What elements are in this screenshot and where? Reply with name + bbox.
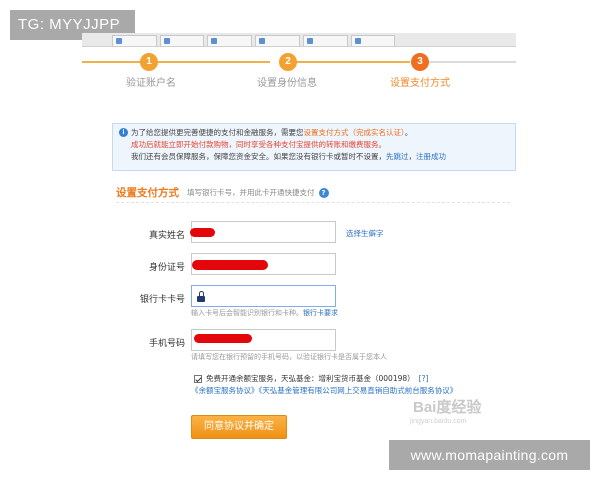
name-label: 真实姓名: [148, 231, 185, 241]
name-input[interactable]: [190, 221, 336, 243]
favicon-icon: [116, 38, 122, 44]
favicon-icon: [306, 38, 313, 44]
site-watermark-badge: www.momapainting.com: [389, 440, 590, 470]
question-icon[interactable]: ?: [318, 187, 329, 198]
id-number-input[interactable]: [191, 253, 336, 275]
step-connector: [428, 61, 516, 63]
favicon-icon: [259, 38, 266, 44]
step-2-label: 设置身份信息: [257, 78, 317, 89]
section-subtitle: 填写银行卡号，并用此卡开通快捷支付: [187, 188, 315, 197]
phone-label: 手机号码: [148, 339, 185, 349]
redaction-mark: [190, 228, 215, 237]
baidu-watermark-sub: jingyan.baidu.com: [410, 418, 467, 425]
step-3-number: 3: [411, 53, 429, 71]
skip-link[interactable]: 先跳过: [386, 152, 409, 161]
agreement-links[interactable]: 《余额宝服务协议》《天弘基金管理有限公司网上交易直销自助式前台服务协议》: [191, 385, 457, 396]
browser-tab[interactable]: [255, 35, 300, 46]
browser-tab[interactable]: [207, 35, 253, 46]
card-hint: 输入卡号后会智能识别银行和卡种。银行卡要求: [191, 309, 338, 317]
step-2-number: 2: [279, 53, 297, 71]
redaction-mark: [194, 334, 252, 343]
browser-tab[interactable]: [112, 35, 157, 46]
phone-hint: 请填写您在银行预留的手机号码，以验证银行卡是否属于您本人: [191, 353, 387, 361]
yuebao-agreement-row: 免费开通余额宝服务，天弘基金：增利宝货币基金（000198） [?]: [194, 373, 428, 384]
favicon-icon: [354, 38, 361, 44]
info-icon: i: [119, 128, 128, 137]
payment-setup-panel: i 为了给您提供更完善便捷的支付和金融服务，需要您设置支付方式（完成实名认证）。…: [98, 107, 516, 439]
section-header: 设置支付方式 填写银行卡号，并用此卡开通快捷支付 ?: [116, 183, 510, 203]
yuebao-help-link[interactable]: [?]: [419, 374, 429, 383]
progress-steps: 1 验证账户名 2 设置身份信息 3 设置支付方式: [82, 47, 516, 102]
info-notice: i 为了给您提供更完善便捷的支付和金融服务，需要您设置支付方式（完成实名认证）。…: [112, 123, 516, 171]
phone-input[interactable]: [191, 329, 336, 351]
register-success-link[interactable]: 注册成功: [416, 152, 446, 161]
id-label: 身份证号: [148, 263, 185, 273]
step-1-number: 1: [140, 53, 158, 71]
step-connector: [82, 61, 270, 63]
card-number-input[interactable]: [191, 285, 336, 307]
step-3-label: 设置支付方式: [390, 78, 450, 89]
notice-highlight: 设置支付方式（完成实名认证）: [303, 128, 405, 137]
browser-tab-strip: [82, 33, 516, 47]
rare-char-link[interactable]: 选择生僻字: [346, 228, 384, 239]
card-label: 银行卡卡号: [139, 295, 185, 305]
redaction-mark: [192, 260, 268, 270]
yuebao-checkbox[interactable]: [194, 374, 202, 383]
agree-submit-button[interactable]: 同意协议并确定: [191, 415, 287, 439]
section-title: 设置支付方式: [116, 187, 179, 199]
lock-icon: [196, 291, 206, 302]
favicon-icon: [163, 38, 170, 44]
browser-tab[interactable]: [159, 35, 205, 46]
step-connector: [288, 61, 410, 63]
browser-tab[interactable]: [302, 35, 348, 46]
step-1-label: 验证账户名: [126, 78, 176, 89]
favicon-icon: [211, 38, 218, 44]
card-requirements-link[interactable]: 银行卡要求: [303, 309, 338, 317]
notice-benefit-text: 成功后就能立即开始付款购物，同时享受各种支付宝提供的转账和缴费服务。: [131, 140, 386, 149]
baidu-watermark: Bai度经验: [413, 399, 482, 416]
yuebao-text: 免费开通余额宝服务，天弘基金：增利宝货币基金（000198）: [206, 374, 415, 383]
browser-tab[interactable]: [350, 35, 396, 46]
